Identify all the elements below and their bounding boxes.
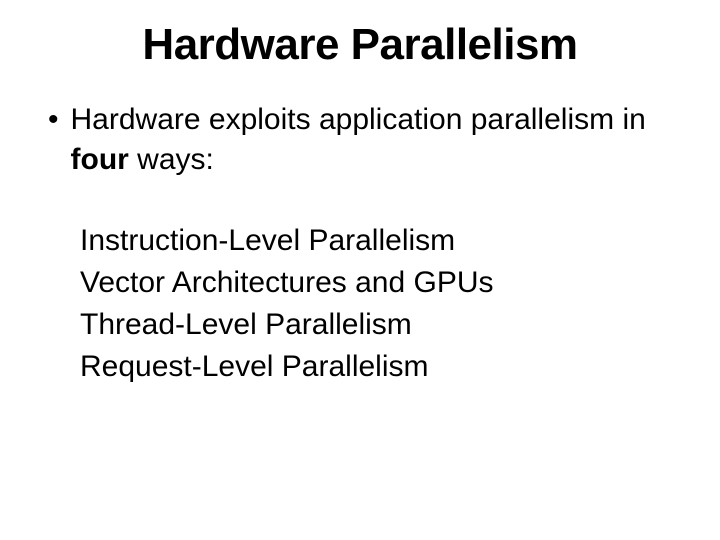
intro-text: Hardware exploits application parallelis… bbox=[71, 100, 680, 180]
slide-title: Hardware Parallelism bbox=[40, 20, 680, 70]
parallelism-list: Instruction-Level Parallelism Vector Arc… bbox=[40, 220, 680, 388]
bullet-icon: • bbox=[48, 100, 59, 140]
intro-bullet: • Hardware exploits application parallel… bbox=[40, 100, 680, 180]
list-item: Thread-Level Parallelism bbox=[80, 304, 680, 346]
intro-prefix: Hardware exploits application parallelis… bbox=[71, 103, 646, 136]
list-item: Request-Level Parallelism bbox=[80, 346, 680, 388]
list-item: Instruction-Level Parallelism bbox=[80, 220, 680, 262]
list-item: Vector Architectures and GPUs bbox=[80, 262, 680, 304]
intro-suffix: ways: bbox=[129, 143, 214, 176]
intro-bold: four bbox=[71, 143, 129, 176]
